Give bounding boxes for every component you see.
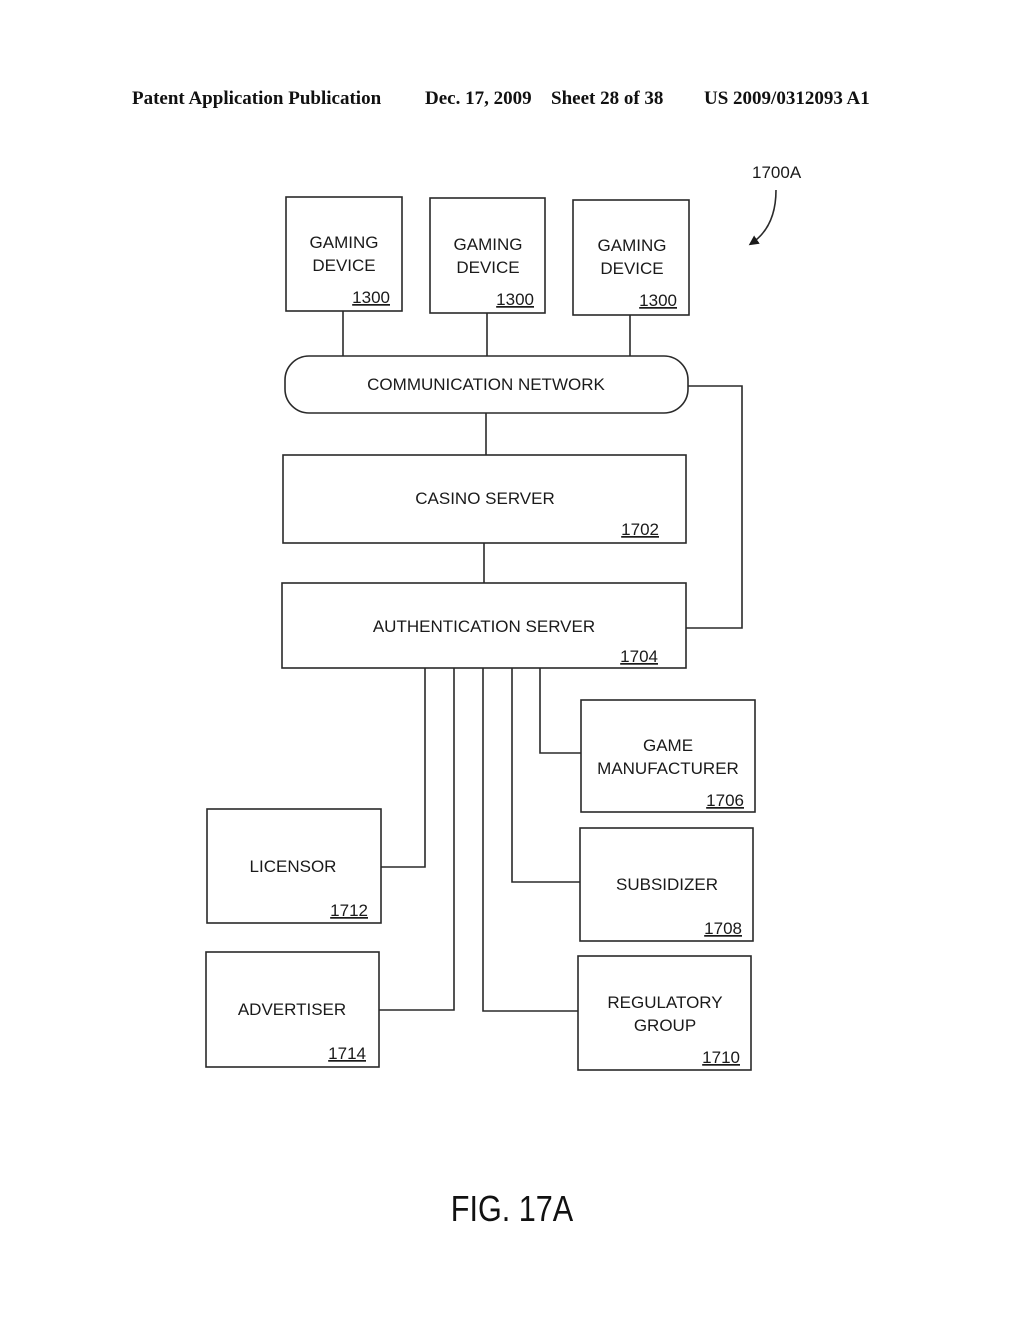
node-label: AUTHENTICATION SERVER [373,617,595,636]
edge-auth-advertiser [379,668,455,1011]
edge-auth-regulatory-group [482,668,578,1012]
authentication-server: AUTHENTICATION SERVER 1704 [281,582,687,669]
licensor: LICENSOR 1712 [206,808,382,924]
reference-number: 1708 [704,919,742,938]
node-label-line-2: DEVICE [312,256,375,275]
reference-number: 1706 [706,791,744,810]
reference-number: 1704 [620,647,658,666]
node-label-line-2: DEVICE [456,258,519,277]
node-label-line-1: GAMING [454,235,523,254]
edge-network-authentication-server [686,385,743,629]
node-label: SUBSIDIZER [616,875,718,894]
block-diagram: 1700A GAMING DEVICE 1300 GAMING DEVICE 1… [205,163,802,1071]
regulatory-group: REGULATORY GROUP 1710 [577,955,752,1071]
node-label-line-2: DEVICE [600,259,663,278]
edge-auth-licensor [381,668,426,868]
game-manufacturer: GAME MANUFACTURER 1706 [580,699,756,813]
casino-server: CASINO SERVER 1702 [282,454,687,544]
edge-auth-game-manufacturer [539,668,582,754]
gaming-device-3: GAMING DEVICE 1300 [572,199,690,316]
gaming-device-2: GAMING DEVICE 1300 [429,197,546,314]
node-label: CASINO SERVER [415,489,555,508]
reference-number: 1300 [496,290,534,309]
figure-reference: 1700A [752,163,802,182]
node-label-line-2: GROUP [634,1016,696,1035]
figure-caption: FIG. 17A [450,1188,574,1229]
edge-auth-subsidizer [511,668,580,883]
reference-number: 1702 [621,520,659,539]
node-label-line-2: MANUFACTURER [597,759,739,778]
node-label: ADVERTISER [238,1000,346,1019]
node-label: COMMUNICATION NETWORK [367,375,605,394]
reference-number: 1714 [328,1044,366,1063]
node-label-line-1: GAME [643,736,693,755]
reference-number: 1710 [702,1048,740,1067]
node-label-line-1: GAMING [310,233,379,252]
gaming-device-1: GAMING DEVICE 1300 [285,196,403,312]
node-label-line-1: REGULATORY [607,993,722,1012]
node-label-line-1: GAMING [598,236,667,255]
reference-number: 1712 [330,901,368,920]
figure-reference-arrow [748,189,777,246]
communication-network: COMMUNICATION NETWORK [284,355,689,414]
reference-number: 1300 [352,288,390,307]
subsidizer: SUBSIDIZER 1708 [579,827,754,942]
reference-number: 1300 [639,291,677,310]
advertiser: ADVERTISER 1714 [205,951,380,1068]
node-label: LICENSOR [250,857,337,876]
